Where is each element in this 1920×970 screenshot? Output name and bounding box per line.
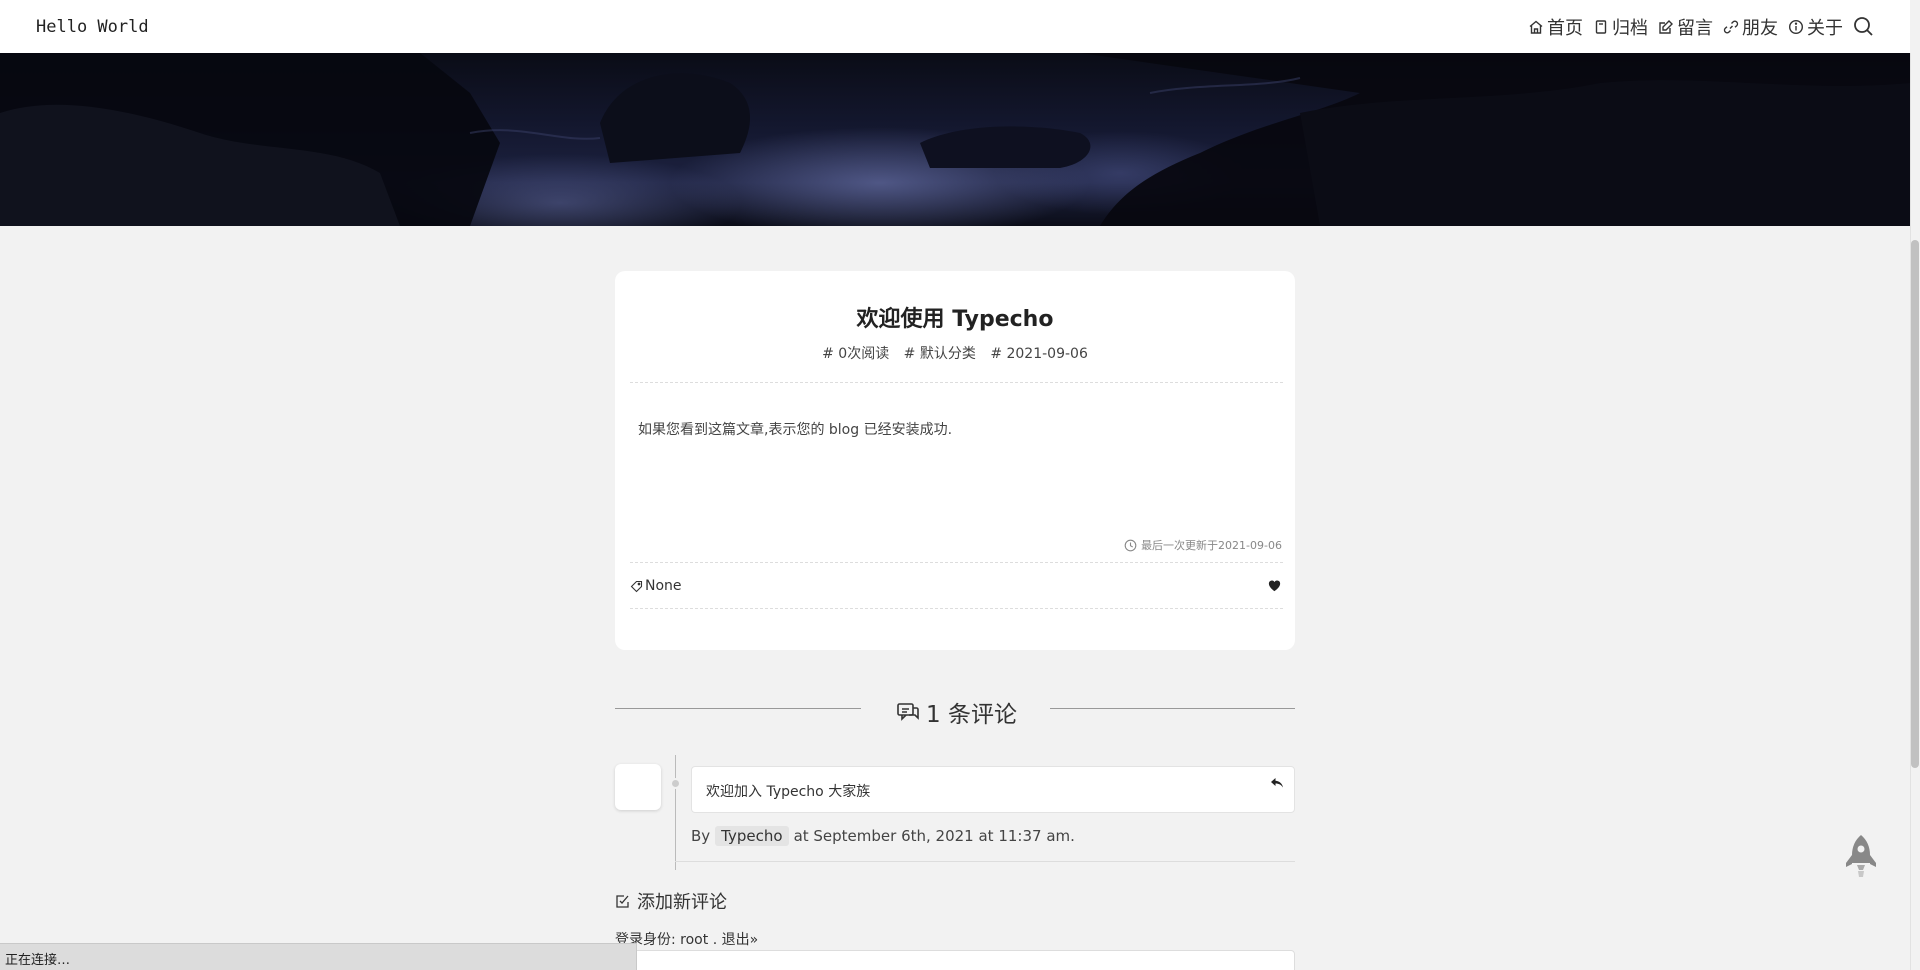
new-comment-heading: 添加新评论 [615, 888, 727, 914]
back-to-top-button[interactable] [1844, 833, 1878, 879]
browser-status-bar: 正在连接… [0, 943, 637, 970]
rocket-icon [1846, 835, 1876, 877]
comment-author[interactable]: Typecho [715, 826, 789, 846]
post-card: 欢迎使用 Typecho # 0次阅读 # 默认分类 # 2021-09-06 … [615, 271, 1295, 650]
banner-rocks-illustration [0, 53, 1910, 226]
post-tag[interactable]: None [645, 578, 682, 594]
comments-heading: 1 条评论 [896, 695, 1017, 729]
comment-textarea[interactable] [615, 950, 1295, 970]
link-icon [1723, 20, 1739, 33]
nav-about[interactable]: 关于 [1788, 14, 1843, 40]
archive-icon [1595, 19, 1607, 34]
post-meta: # 0次阅读 # 默认分类 # 2021-09-06 [615, 343, 1295, 363]
post-tags: None [630, 578, 682, 594]
post-views: # 0次阅读 [822, 346, 890, 362]
edit-icon [1659, 19, 1673, 34]
logout-link[interactable]: 退出» [722, 932, 759, 948]
comments-count: 1 条评论 [926, 702, 1017, 728]
scrollbar-thumb[interactable] [1911, 240, 1919, 768]
post-date: # 2021-09-06 [990, 346, 1088, 362]
clock-icon [1124, 539, 1137, 551]
info-icon [1788, 19, 1804, 34]
login-user-link[interactable]: root [680, 932, 708, 948]
reply-icon [1271, 778, 1283, 788]
divider [630, 562, 1283, 563]
nav-guestbook[interactable]: 留言 [1658, 14, 1713, 40]
comments-divider-left [615, 708, 861, 709]
comments-icon [897, 703, 919, 721]
main-nav: 首页 归档 留言 朋友 关于 [1528, 14, 1874, 40]
comment-by-label: By [691, 827, 711, 845]
nav-home[interactable]: 首页 [1528, 14, 1583, 40]
nav-guestbook-label: 留言 [1677, 17, 1713, 39]
nav-friends[interactable]: 朋友 [1723, 14, 1778, 40]
comment-byline: By Typecho at September 6th, 2021 at 11:… [691, 826, 1075, 846]
search-icon [1854, 17, 1873, 36]
timeline-dot [670, 778, 681, 789]
site-brand[interactable]: Hello World [36, 17, 149, 37]
divider [630, 382, 1283, 383]
like-button[interactable] [1267, 578, 1282, 597]
login-dot: . [708, 932, 722, 948]
post-updated: 最后一次更新于2021-09-06 [1124, 537, 1282, 553]
post-title[interactable]: 欢迎使用 Typecho [615, 301, 1295, 333]
comment-bubble: 欢迎加入 Typecho 大家族 [691, 766, 1295, 813]
heart-icon [1268, 580, 1281, 592]
search-button[interactable] [1853, 16, 1874, 37]
top-navbar: Hello World 首页 归档 留言 朋友 关于 [0, 0, 1910, 53]
header-banner-image [0, 53, 1910, 226]
divider [630, 608, 1283, 609]
nav-archive[interactable]: 归档 [1593, 14, 1648, 40]
comment-separator [675, 861, 1295, 862]
home-icon [1529, 20, 1543, 34]
comments-divider-right [1050, 708, 1295, 709]
post-category[interactable]: # 默认分类 [904, 346, 976, 362]
comment-time: at September 6th, 2021 at 11:37 am. [793, 827, 1075, 845]
edit-square-icon [616, 895, 629, 908]
new-comment-title: 添加新评论 [637, 892, 727, 913]
post-body: 如果您看到这篇文章,表示您的 blog 已经安装成功. [638, 422, 953, 438]
post-updated-text: 最后一次更新于2021-09-06 [1141, 539, 1282, 552]
nav-archive-label: 归档 [1612, 17, 1648, 39]
comment-timeline [675, 755, 676, 870]
nav-friends-label: 朋友 [1742, 17, 1778, 39]
nav-home-label: 首页 [1547, 17, 1583, 39]
tag-icon [630, 580, 643, 592]
avatar [615, 764, 661, 810]
nav-about-label: 关于 [1807, 17, 1843, 39]
reply-button[interactable] [1270, 775, 1284, 794]
comment-text: 欢迎加入 Typecho 大家族 [706, 784, 871, 800]
